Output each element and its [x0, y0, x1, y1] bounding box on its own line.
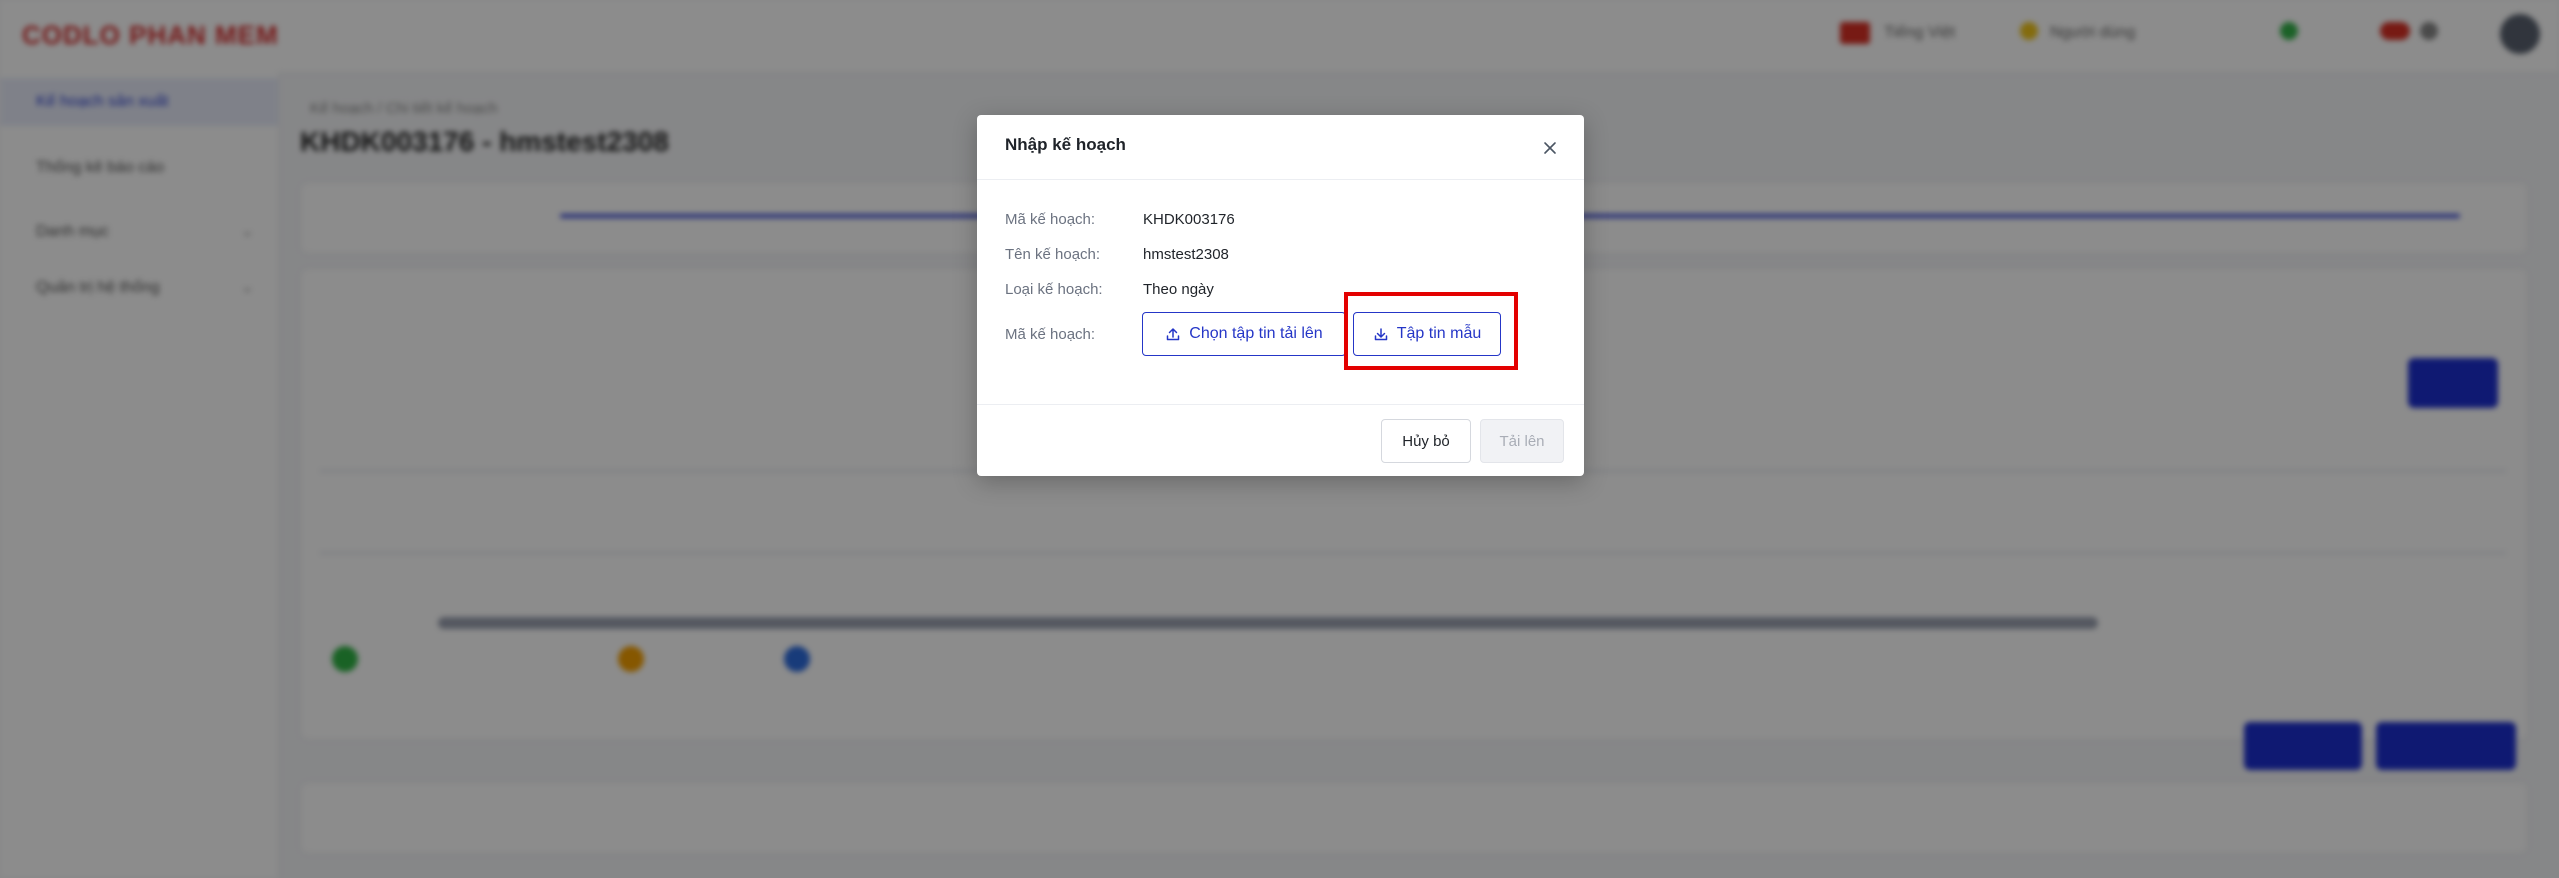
field-value: KHDK003176: [1143, 211, 1235, 228]
field-label: Mã kế hoạch:: [1005, 211, 1096, 228]
upload-icon: [1167, 328, 1180, 341]
field-value: Theo ngày: [1143, 281, 1214, 298]
highlight-annotation: [1344, 292, 1518, 370]
choose-file-label: Chọn tập tin tải lên: [1189, 325, 1323, 342]
dialog-header: Nhập kế hoạch: [977, 115, 1584, 180]
close-icon: [1544, 142, 1556, 154]
choose-file-button[interactable]: Chọn tập tin tải lên: [1142, 312, 1346, 356]
close-button[interactable]: [1537, 135, 1563, 161]
cancel-button[interactable]: Hủy bỏ: [1381, 419, 1471, 463]
dialog-footer: Hủy bỏ Tải lên: [977, 404, 1584, 477]
field-value: hmstest2308: [1143, 246, 1229, 263]
dialog-title: Nhập kế hoạch: [1005, 135, 1126, 154]
field-label: Mã kế hoạch:: [1005, 326, 1096, 343]
field-label: Tên kế hoạch:: [1005, 246, 1101, 263]
field-label: Loại kế hoạch:: [1005, 281, 1103, 298]
upload-button[interactable]: Tải lên: [1480, 419, 1564, 463]
